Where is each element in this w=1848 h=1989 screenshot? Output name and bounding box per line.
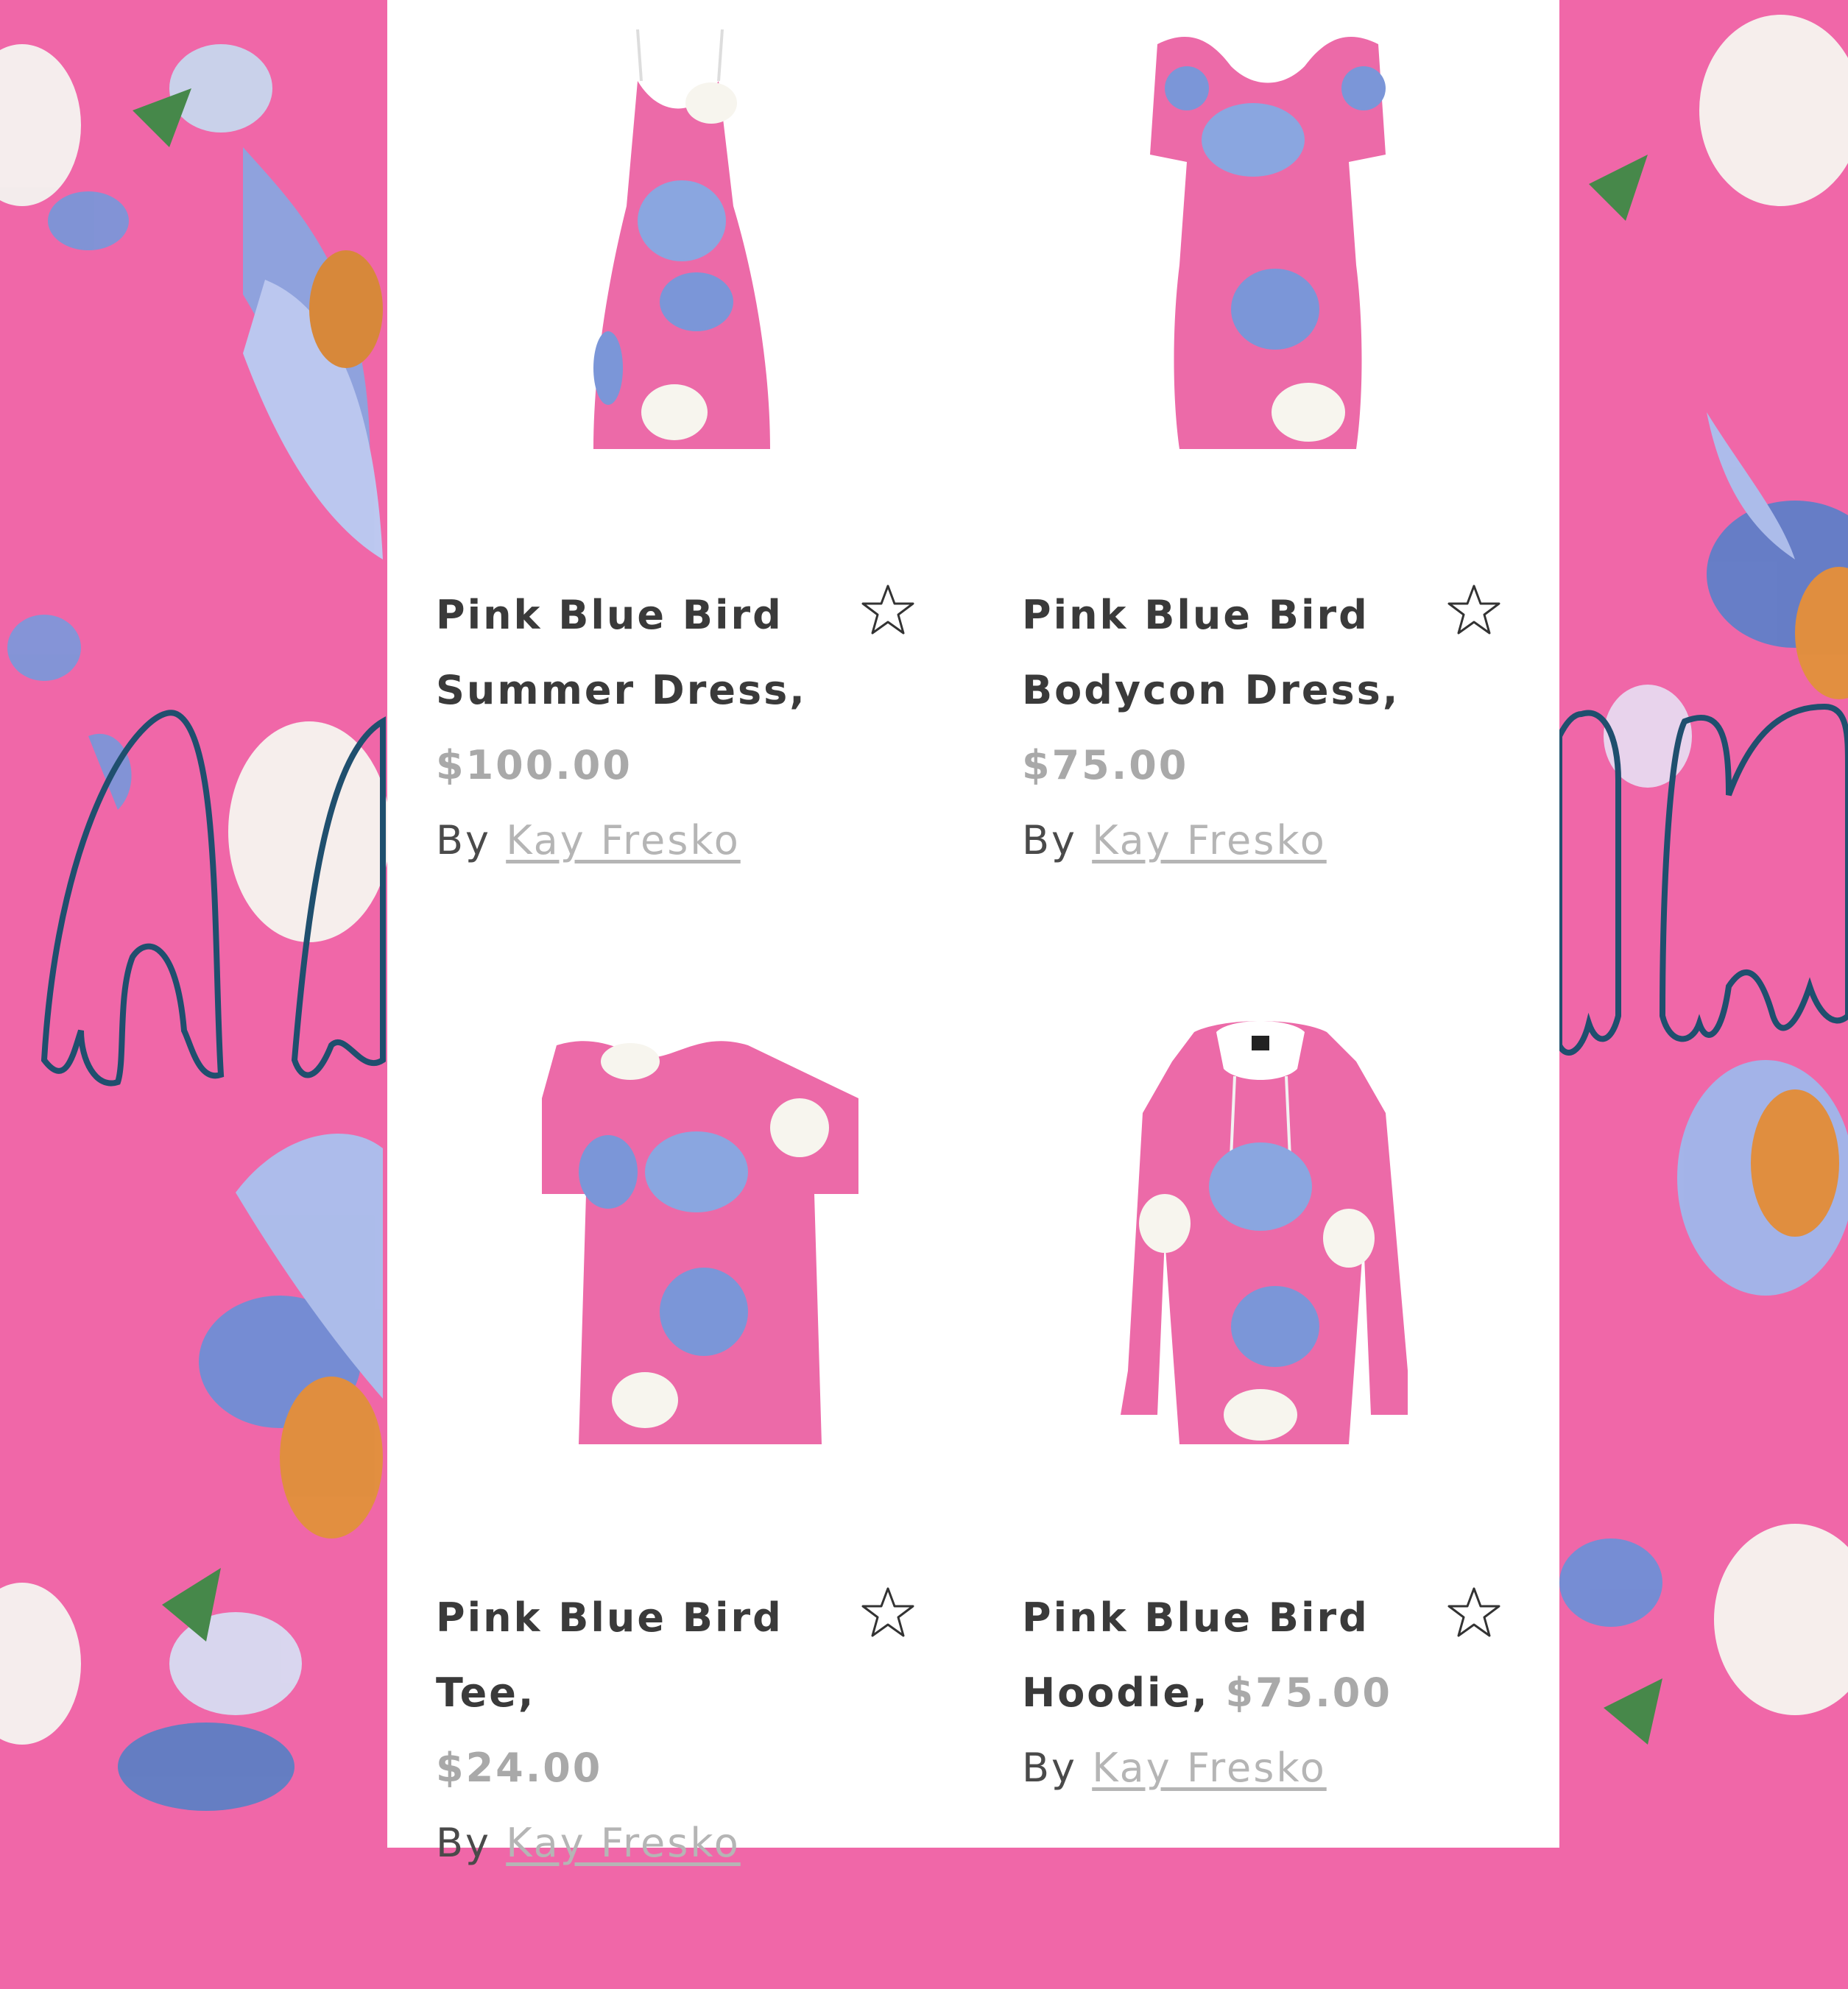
product-byline: By Kay Fresko bbox=[1022, 803, 1434, 878]
product-card[interactable]: Pink Blue Bird Tee, $24.00 By Kay Fresko bbox=[387, 1003, 914, 1989]
product-price: $24.00 bbox=[436, 1745, 603, 1791]
product-image-hoodie[interactable] bbox=[973, 1003, 1489, 1533]
product-title[interactable]: Pink Blue Bird Hoodie, $75.00 By Kay Fre… bbox=[1022, 1580, 1434, 1806]
by-label: By bbox=[436, 817, 492, 863]
product-grid: Pink Blue Bird Summer Dress, $100.00 By … bbox=[387, 0, 1559, 1866]
star-icon[interactable] bbox=[858, 582, 917, 640]
author-link[interactable]: Kay Fresko bbox=[506, 1820, 741, 1866]
right-background-artwork bbox=[1559, 0, 1848, 1848]
product-price: $75.00 bbox=[1225, 1670, 1392, 1716]
product-image-tee[interactable] bbox=[387, 1003, 903, 1533]
product-byline: By Kay Fresko bbox=[436, 1806, 848, 1881]
product-title[interactable]: Pink Blue Bird Bodycon Dress, $75.00 By … bbox=[1022, 578, 1434, 878]
product-byline: By Kay Fresko bbox=[436, 803, 848, 878]
product-name[interactable]: Pink Blue Bird Bodycon Dress, bbox=[1022, 592, 1400, 713]
product-image-summer-dress[interactable] bbox=[387, 0, 903, 530]
product-price: $75.00 bbox=[1022, 742, 1189, 788]
star-icon[interactable] bbox=[1445, 582, 1503, 640]
by-label: By bbox=[1022, 817, 1078, 863]
product-card[interactable]: Pink Blue Bird Hoodie, $75.00 By Kay Fre… bbox=[973, 1003, 1500, 1989]
product-image-bodycon-dress[interactable] bbox=[973, 0, 1489, 530]
product-name[interactable]: Pink Blue Bird Summer Dress, bbox=[436, 592, 807, 713]
product-card[interactable]: Pink Blue Bird Bodycon Dress, $75.00 By … bbox=[973, 0, 1500, 986]
author-link[interactable]: Kay Fresko bbox=[1092, 817, 1327, 863]
star-icon[interactable] bbox=[858, 1584, 917, 1643]
product-title[interactable]: Pink Blue Bird Summer Dress, $100.00 By … bbox=[436, 578, 848, 878]
product-byline: By Kay Fresko bbox=[1022, 1731, 1434, 1806]
product-title[interactable]: Pink Blue Bird Tee, $24.00 By Kay Fresko bbox=[436, 1580, 848, 1881]
left-background-artwork bbox=[0, 0, 387, 1848]
star-icon[interactable] bbox=[1445, 1584, 1503, 1643]
by-label: By bbox=[436, 1820, 492, 1866]
product-price: $100.00 bbox=[436, 742, 632, 788]
product-card[interactable]: Pink Blue Bird Summer Dress, $100.00 By … bbox=[387, 0, 914, 986]
author-link[interactable]: Kay Fresko bbox=[1092, 1745, 1327, 1791]
by-label: By bbox=[1022, 1745, 1078, 1791]
product-name[interactable]: Pink Blue Bird Tee, bbox=[436, 1594, 783, 1716]
author-link[interactable]: Kay Fresko bbox=[506, 817, 741, 863]
